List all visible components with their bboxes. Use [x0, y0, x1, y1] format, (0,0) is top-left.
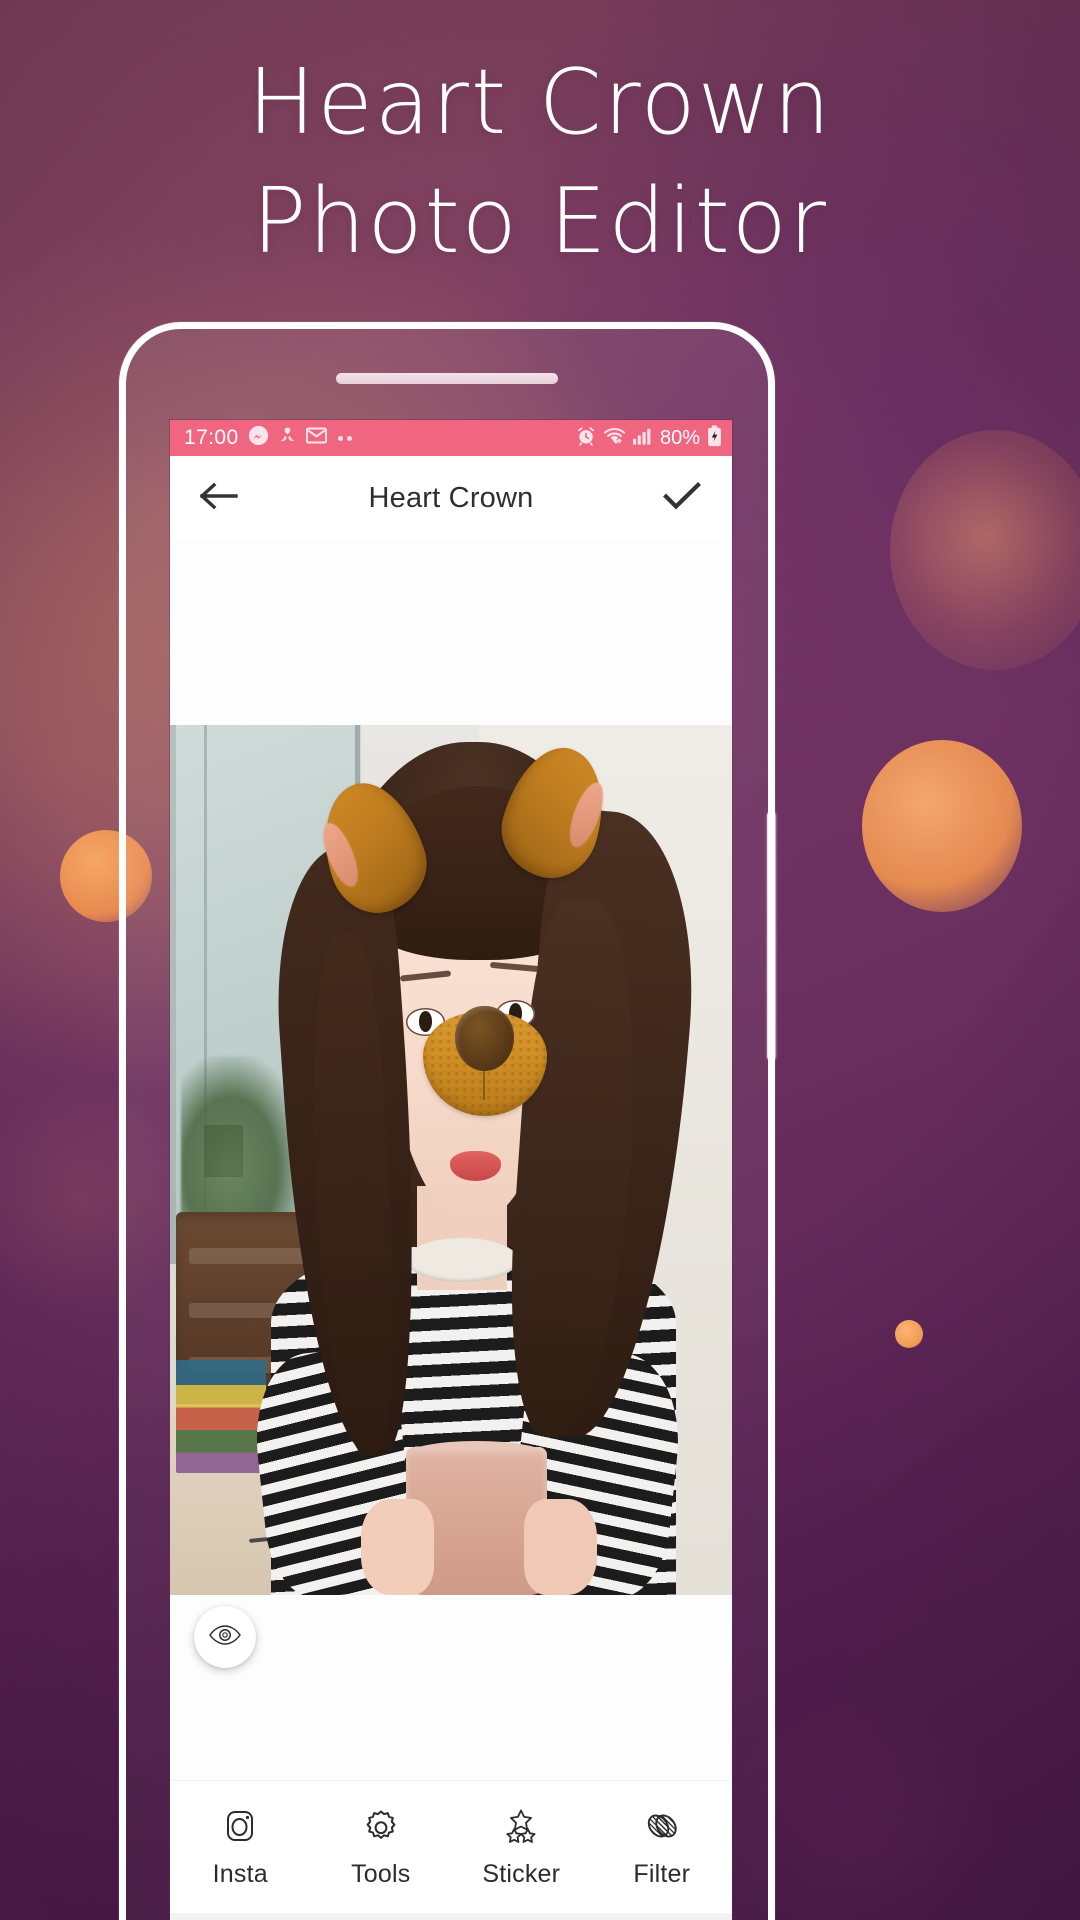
back-button[interactable] — [194, 472, 246, 524]
alarm-icon — [576, 426, 596, 451]
android-nav-bar — [170, 1913, 732, 1920]
battery-charging-icon — [707, 425, 722, 452]
dog-ear-right-sticker[interactable] — [491, 736, 619, 888]
dog-nose-sticker[interactable] — [422, 1005, 547, 1117]
messenger-icon — [248, 425, 269, 451]
editor-canvas[interactable] — [170, 540, 732, 1780]
tool-insta-label: Insta — [212, 1860, 268, 1888]
tool-tools[interactable]: Tools — [311, 1805, 452, 1889]
tool-insta[interactable]: Insta — [170, 1805, 311, 1889]
check-icon — [663, 481, 701, 516]
phone-volume-button — [767, 811, 776, 1061]
instagram-camera-icon — [219, 1805, 261, 1847]
phone-mockup: 17:00 80% Heart Crown Insta Tools Sticke… — [119, 322, 776, 1920]
promo-banner: Heart Crown Photo Editor 17:00 80% Heart… — [0, 0, 1080, 1920]
tool-sticker[interactable]: Sticker — [451, 1805, 592, 1889]
photo-subject-hand-right — [524, 1499, 598, 1595]
photo-glass-frame-left — [170, 725, 176, 1265]
headline-line-1: Heart Crown — [247, 50, 833, 155]
tool-filter[interactable]: Filter — [592, 1805, 733, 1889]
email-icon — [305, 427, 327, 449]
gear-icon — [360, 1805, 402, 1847]
dog-nose-line — [483, 1064, 486, 1100]
stars-icon — [500, 1805, 542, 1847]
back-arrow-icon — [199, 481, 240, 516]
preview-toggle-button[interactable] — [194, 1606, 256, 1668]
tool-bar: Insta Tools Sticker Filter — [170, 1780, 732, 1913]
eye-icon — [208, 1624, 242, 1651]
page-title: Heart Crown — [368, 481, 534, 514]
confirm-button[interactable] — [656, 472, 708, 524]
photo-subject-collar — [406, 1238, 519, 1282]
status-bar-left: 17:00 — [184, 425, 576, 451]
dog-nose-tip — [455, 1005, 515, 1071]
phone-screen: 17:00 80% Heart Crown Insta Tools Sticke… — [170, 420, 732, 1920]
photo-subject-lips — [449, 1151, 501, 1181]
tool-filter-label: Filter — [633, 1860, 691, 1888]
status-bar: 17:00 80% — [170, 420, 732, 456]
more-dots-icon — [337, 435, 352, 441]
photo-books — [175, 1360, 266, 1474]
tool-tools-label: Tools — [351, 1860, 411, 1888]
wifi-icon — [603, 426, 626, 450]
photo-preview[interactable] — [170, 725, 732, 1595]
signal-icon — [632, 427, 652, 450]
tool-sticker-label: Sticker — [482, 1860, 561, 1888]
phone-speaker — [336, 373, 558, 384]
bokeh-dot-right — [862, 740, 1022, 912]
headline-line-2: Photo Editor — [252, 168, 828, 274]
bokeh-dot-small-right — [895, 1320, 923, 1348]
status-bar-right: 80% — [576, 425, 722, 452]
filter-circles-icon — [641, 1805, 683, 1847]
photo-subject-hand-left — [361, 1499, 435, 1595]
dog-ear-left-sticker[interactable] — [306, 769, 438, 924]
promo-headline: Heart Crown Photo Editor — [0, 44, 1080, 282]
status-time: 17:00 — [184, 426, 239, 449]
canvas-top-padding — [170, 540, 732, 725]
swarm-icon — [278, 425, 297, 451]
app-bar: Heart Crown — [170, 456, 732, 540]
battery-percent-label: 80% — [659, 426, 700, 449]
canvas-bottom-padding — [170, 1595, 732, 1780]
